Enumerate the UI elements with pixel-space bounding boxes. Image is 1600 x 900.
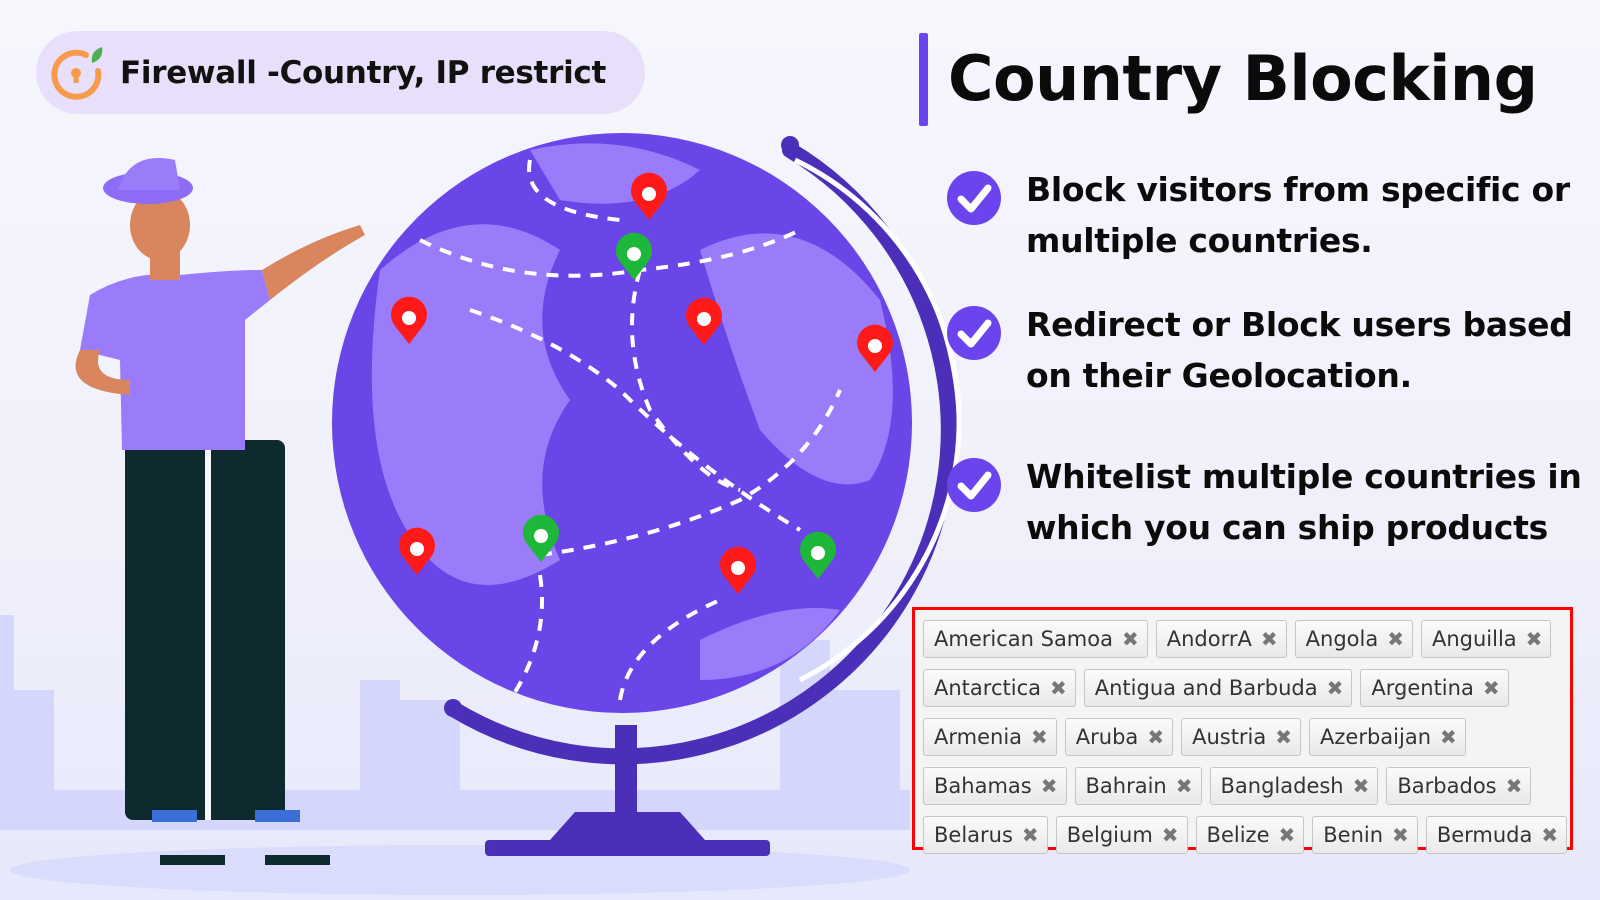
remove-tag-icon[interactable]: ✖ (1162, 823, 1179, 847)
check-circle-icon (947, 458, 1001, 512)
country-tag-label: Angola (1305, 626, 1379, 651)
tag-row: Belarus ✖ Belgium ✖ Belize ✖ Benin ✖ Bermuda ✖ (923, 810, 1570, 859)
country-tag: Bermuda ✖ (1425, 815, 1568, 854)
country-tag-label: Belarus (934, 822, 1013, 847)
country-tag: Aruba ✖ (1064, 717, 1174, 756)
country-tag-label: Barbados (1397, 773, 1497, 798)
country-tag-label: Argentina (1371, 675, 1474, 700)
remove-tag-icon[interactable]: ✖ (1279, 823, 1296, 847)
feature-text: Redirect or Block users based on their G… (1026, 305, 1573, 395)
remove-tag-icon[interactable]: ✖ (1022, 823, 1039, 847)
feature-item: Block visitors from specific or multiple… (946, 170, 1586, 266)
country-tag-label: Belgium (1066, 822, 1153, 847)
country-tag-selector[interactable]: American Samoa ✖ AndorrA ✖ Angola ✖ Anguilla ✖ A… (912, 607, 1573, 854)
check-circle-icon (947, 306, 1001, 360)
country-tag: Belgium ✖ (1055, 815, 1188, 854)
remove-tag-icon[interactable]: ✖ (1031, 725, 1048, 749)
country-tag-label: Benin (1323, 822, 1384, 847)
tag-row: American Samoa ✖ AndorrA ✖ Angola ✖ Anguilla ✖ (923, 614, 1570, 663)
remove-tag-icon[interactable]: ✖ (1122, 627, 1139, 651)
remove-tag-icon[interactable]: ✖ (1541, 823, 1558, 847)
remove-tag-icon[interactable]: ✖ (1176, 774, 1193, 798)
tag-row: Armenia ✖ Aruba ✖ Austria ✖ Azerbaijan ✖ (923, 712, 1570, 761)
remove-tag-icon[interactable]: ✖ (1275, 725, 1292, 749)
country-tag: Bangladesh ✖ (1209, 766, 1379, 805)
remove-tag-icon[interactable]: ✖ (1440, 725, 1457, 749)
country-tag: Barbados ✖ (1386, 766, 1532, 805)
country-tag-label: Austria (1192, 724, 1267, 749)
brand-pill: Firewall -Country, IP restrict (36, 31, 645, 114)
country-tag: Angola ✖ (1294, 619, 1413, 658)
remove-tag-icon[interactable]: ✖ (1483, 676, 1500, 700)
country-tag: American Samoa ✖ (923, 619, 1148, 658)
remove-tag-icon[interactable]: ✖ (1353, 774, 1370, 798)
country-tag-label: AndorrA (1166, 626, 1252, 651)
page-title: Country Blocking (948, 42, 1538, 115)
country-tag: AndorrA ✖ (1155, 619, 1287, 658)
remove-tag-icon[interactable]: ✖ (1506, 774, 1523, 798)
country-tag: Belarus ✖ (923, 815, 1048, 854)
country-tag: Anguilla ✖ (1420, 619, 1552, 658)
tag-row: Bahamas ✖ Bahrain ✖ Bangladesh ✖ Barbados ✖ (923, 761, 1570, 810)
country-tag-label: Bangladesh (1220, 773, 1344, 798)
country-tag: Bahrain ✖ (1074, 766, 1202, 805)
feature-text: Whitelist multiple countries in which yo… (1026, 457, 1582, 547)
country-tag: Azerbaijan ✖ (1309, 717, 1466, 756)
tag-row: Antarctica ✖ Antigua and Barbuda ✖ Argentina… (923, 663, 1570, 712)
feature-item: Redirect or Block users based on their G… (946, 305, 1586, 401)
country-tag-label: Azerbaijan (1320, 724, 1432, 749)
remove-tag-icon[interactable]: ✖ (1261, 627, 1278, 651)
country-tag-label: Anguilla (1431, 626, 1517, 651)
feature-text: Block visitors from specific or multiple… (1026, 170, 1570, 260)
title-accent-bar (919, 33, 928, 126)
country-tag-label: Belize (1206, 822, 1270, 847)
remove-tag-icon[interactable]: ✖ (1041, 774, 1058, 798)
floor-shadow (10, 845, 910, 895)
country-tag: Antarctica ✖ (923, 668, 1076, 707)
remove-tag-icon[interactable]: ✖ (1050, 676, 1067, 700)
country-tag: Bahamas ✖ (923, 766, 1067, 805)
person-illustration (75, 158, 365, 865)
country-tag: Argentina ✖ (1360, 668, 1509, 707)
brand-name: Firewall -Country, IP restrict (120, 54, 606, 91)
country-tag-label: Armenia (934, 724, 1023, 749)
country-tag-label: Aruba (1075, 724, 1139, 749)
remove-tag-icon[interactable]: ✖ (1526, 627, 1543, 651)
remove-tag-icon[interactable]: ✖ (1387, 627, 1404, 651)
lock-timer-leaf-icon (51, 46, 103, 100)
remove-tag-icon[interactable]: ✖ (1327, 676, 1344, 700)
country-tag-label: American Samoa (934, 626, 1113, 651)
remove-tag-icon[interactable]: ✖ (1147, 725, 1164, 749)
country-tag: Austria ✖ (1181, 717, 1302, 756)
country-tag-label: Bermuda (1436, 822, 1533, 847)
country-tag-label: Antigua and Barbuda (1094, 675, 1318, 700)
country-tag-label: Antarctica (934, 675, 1041, 700)
country-tag-label: Bahrain (1085, 773, 1167, 798)
country-tag: Benin ✖ (1312, 815, 1418, 854)
check-circle-icon (947, 171, 1001, 225)
country-tag-label: Bahamas (934, 773, 1032, 798)
remove-tag-icon[interactable]: ✖ (1392, 823, 1409, 847)
country-tag: Antigua and Barbuda ✖ (1083, 668, 1353, 707)
country-tag: Belize ✖ (1195, 815, 1305, 854)
feature-item: Whitelist multiple countries in which yo… (946, 457, 1586, 553)
country-tag: Armenia ✖ (923, 717, 1057, 756)
